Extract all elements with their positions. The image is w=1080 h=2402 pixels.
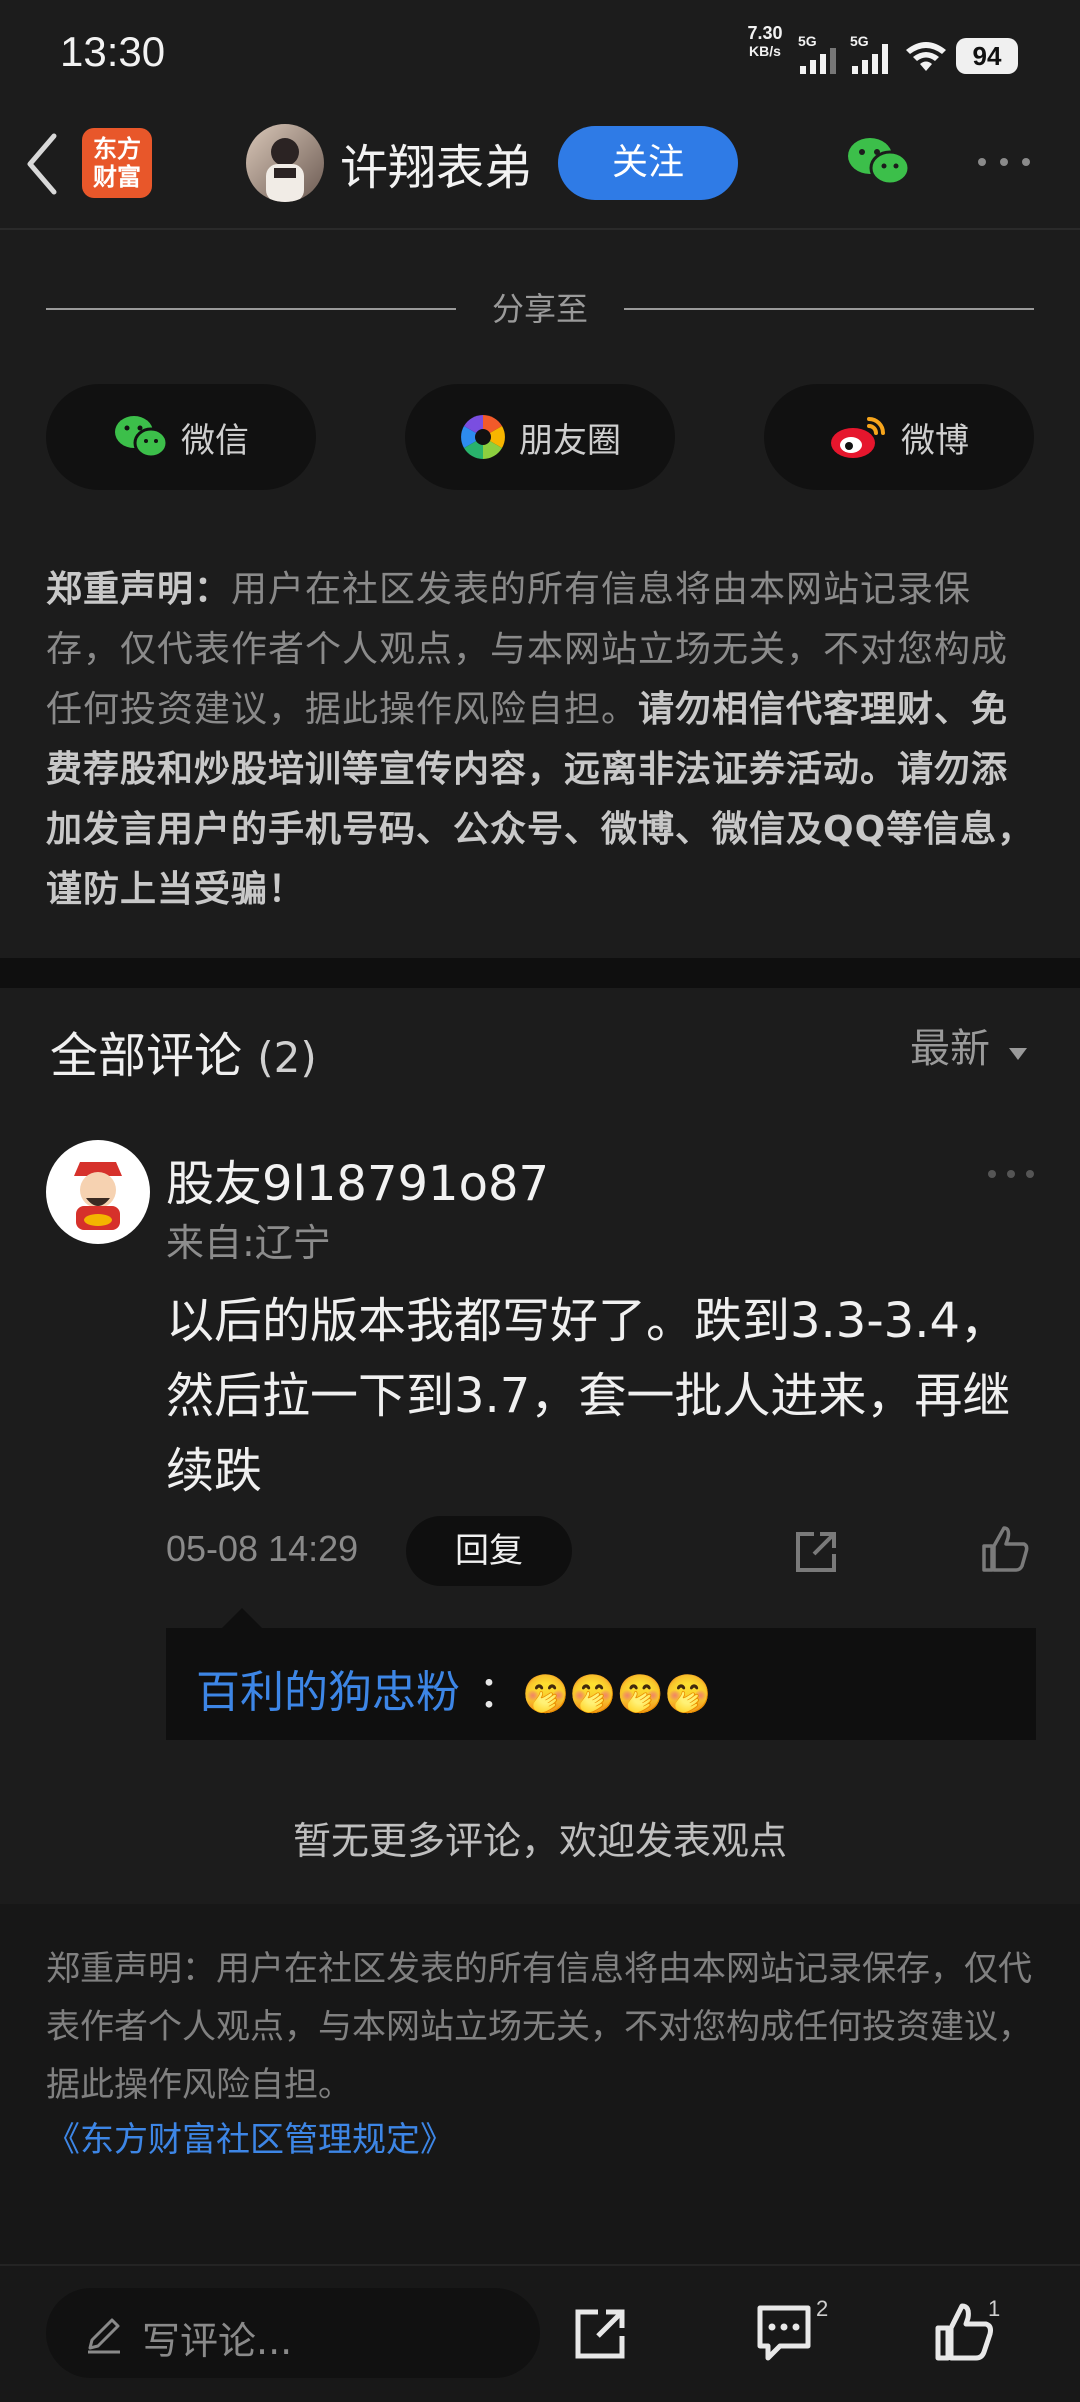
like-count-badge: 1 (988, 2296, 1001, 2321)
app-logo[interactable]: 东方财富 (82, 128, 152, 198)
back-arrow-icon[interactable] (22, 132, 62, 196)
commenter-name[interactable]: 股友9l18791o87 (166, 1144, 549, 1214)
follow-button[interactable]: 关注 (558, 126, 738, 200)
share-moments-button[interactable]: 朋友圈 (405, 384, 675, 490)
share-weibo-label: 微博 (901, 420, 969, 461)
battery-indicator: 94 (956, 38, 1018, 74)
user-avatar[interactable] (246, 124, 324, 202)
reply-preview-text: 百利的狗忠粉 ：🤭🤭🤭🤭 (196, 1667, 712, 1718)
share-weibo-button[interactable]: 微博 (764, 384, 1034, 490)
nav-divider (0, 228, 1080, 230)
share-wechat-button[interactable]: 微信 (46, 384, 316, 490)
community-rules-link[interactable]: 《东方财富社区管理规定》 (46, 2112, 454, 2161)
comment-time: 05-08 14:29 (166, 1528, 359, 1569)
reply-author[interactable]: 百利的狗忠粉 (196, 1667, 460, 1718)
status-time: 13:30 (60, 28, 166, 75)
moments-icon (461, 415, 505, 459)
share-divider-right (624, 308, 1034, 310)
weibo-icon (831, 417, 885, 458)
page-username[interactable]: 许翔表弟 (340, 128, 532, 198)
net-speed: 7.30 KB/s (747, 23, 783, 59)
section-divider (0, 958, 1080, 988)
share-icon[interactable] (570, 2304, 630, 2364)
share-moments-label: 朋友圈 (519, 420, 621, 461)
comment-more-icon[interactable] (986, 1166, 1036, 1182)
sort-dropdown[interactable]: 最新 (910, 1016, 1029, 1074)
share-comment-icon[interactable] (792, 1528, 840, 1576)
comment-text: 以后的版本我都写好了。跌到3.3-3.4，然后拉一下到3.7，套一批人进来，再继… (166, 1293, 1011, 1499)
wifi-icon (906, 42, 946, 71)
commenter-avatar[interactable] (46, 1140, 150, 1244)
reply-button[interactable]: 回复 (406, 1516, 572, 1586)
wechat-icon (115, 416, 169, 459)
caret-down-icon (1008, 1048, 1027, 1060)
comments-header: 全部评论 (2) (50, 1028, 317, 1084)
pencil-icon (88, 2318, 120, 2354)
reply-pointer (222, 1608, 262, 1628)
comment-input-placeholder: 写评论... (142, 2319, 293, 2363)
more-options-icon[interactable] (974, 152, 1034, 172)
like-comment-icon[interactable] (980, 1524, 1030, 1574)
comment-count-badge: 2 (816, 2296, 829, 2321)
footer-disclaimer: 郑重声明：用户在社区发表的所有信息将由本网站记录保存，仅代表作者个人观点，与本网… (46, 1949, 1032, 2105)
share-wechat-label: 微信 (181, 420, 249, 461)
commenter-location: 来自:辽宁 (166, 1221, 331, 1265)
like-icon[interactable] (934, 2302, 994, 2362)
reply-content: 🤭🤭🤭🤭 (522, 1672, 712, 1716)
wechat-share-icon[interactable] (846, 134, 912, 190)
comment-icon[interactable] (754, 2302, 814, 2364)
disclaimer-text: 郑重声明：用户在社区发表的所有信息将由本网站记录保存，仅代表作者个人观点，与本网… (46, 569, 1035, 910)
no-more-comments: 暂无更多评论，欢迎发表观点 (292, 1819, 787, 1863)
share-title: 分享至 (491, 290, 588, 328)
